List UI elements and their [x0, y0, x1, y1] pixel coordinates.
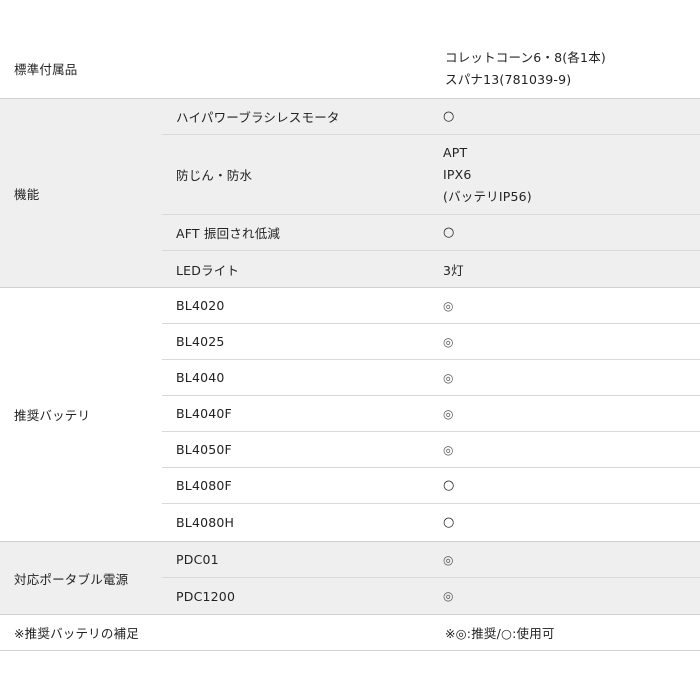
battery-row: BL4040F ◎ [162, 396, 700, 432]
accessory-item: スパナ13(781039-9) [445, 72, 572, 87]
spec-table: 標準付属品 コレットコーン6・8(各1本) スパナ13(781039-9) 機能… [0, 39, 700, 651]
battery-model: BL4025 [176, 334, 225, 349]
function-value: ○ [443, 225, 455, 240]
row-functions: 機能 ハイパワーブラシレスモータ ○ 防じん・防水 APT IPX6 (バッテリ… [0, 99, 700, 288]
function-value: APT IPX6 (バッテリIP56) [429, 142, 700, 208]
battery-compat: ◎ [443, 370, 454, 385]
power-model: PDC01 [176, 552, 219, 567]
functions-list: ハイパワーブラシレスモータ ○ 防じん・防水 APT IPX6 (バッテリIP5… [162, 99, 700, 287]
function-value: ○ [443, 109, 455, 124]
power-compat: ◎ [443, 589, 454, 603]
accessories-value: コレットコーン6・8(各1本) スパナ13(781039-9) [429, 39, 700, 98]
function-row: AFT 振回され低減 ○ [162, 215, 700, 251]
category-recommended-batteries: 推奨バッテリ [14, 408, 91, 423]
battery-note-value: ※◎:推奨/○:使用可 [445, 626, 555, 641]
category-battery-note: ※推奨バッテリの補足 [14, 626, 139, 641]
battery-compat: ◎ [443, 334, 454, 349]
function-value: 3灯 [443, 263, 464, 278]
row-battery-note: ※推奨バッテリの補足 ※◎:推奨/○:使用可 [0, 615, 700, 651]
battery-model: BL4020 [176, 298, 225, 313]
battery-row: BL4050F ◎ [162, 432, 700, 468]
battery-model: BL4040F [176, 406, 232, 421]
battery-compat: ◎ [443, 298, 454, 313]
function-row: 防じん・防水 APT IPX6 (バッテリIP56) [162, 135, 700, 215]
battery-model: BL4080F [176, 478, 232, 493]
battery-row: BL4080F ○ [162, 468, 700, 504]
function-row: ハイパワーブラシレスモータ ○ [162, 99, 700, 135]
function-value-line: IPX6 [443, 166, 472, 182]
accessory-item: コレットコーン6・8(各1本) [445, 50, 606, 65]
battery-row: BL4040 ◎ [162, 360, 700, 396]
row-recommended-batteries: 推奨バッテリ BL4020 ◎ BL4025 ◎ BL4040 ◎ BL4040… [0, 288, 700, 542]
category-standard-accessories: 標準付属品 [14, 62, 78, 77]
category-functions: 機能 [14, 186, 40, 202]
row-standard-accessories: 標準付属品 コレットコーン6・8(各1本) スパナ13(781039-9) [0, 39, 700, 99]
function-name: LEDライト [176, 263, 240, 278]
battery-row: BL4020 ◎ [162, 288, 700, 324]
row-portable-power: 対応ポータブル電源 PDC01 ◎ PDC1200 ◎ [0, 542, 700, 615]
battery-model: BL4040 [176, 370, 225, 385]
function-value-line: APT [443, 144, 468, 160]
battery-compat: ○ [443, 515, 455, 530]
battery-row: BL4025 ◎ [162, 324, 700, 360]
function-name: 防じん・防水 [176, 168, 253, 183]
function-row: LEDライト 3灯 [162, 251, 700, 288]
battery-row: BL4080H ○ [162, 504, 700, 541]
power-row: PDC1200 ◎ [162, 578, 700, 614]
power-model: PDC1200 [176, 588, 236, 604]
function-name: ハイパワーブラシレスモータ [176, 110, 340, 125]
portable-power-list: PDC01 ◎ PDC1200 ◎ [162, 542, 700, 614]
battery-model: BL4050F [176, 442, 232, 457]
function-value-line: (バッテリIP56) [443, 188, 532, 204]
battery-model: BL4080H [176, 515, 235, 530]
battery-compat: ◎ [443, 442, 454, 457]
battery-list: BL4020 ◎ BL4025 ◎ BL4040 ◎ BL4040F ◎ BL4… [162, 288, 700, 541]
battery-compat: ◎ [443, 406, 454, 421]
power-compat: ◎ [443, 552, 454, 567]
function-name: AFT 振回され低減 [176, 226, 281, 241]
battery-compat: ○ [443, 478, 455, 493]
power-row: PDC01 ◎ [162, 542, 700, 578]
category-portable-power: 対応ポータブル電源 [14, 571, 129, 587]
